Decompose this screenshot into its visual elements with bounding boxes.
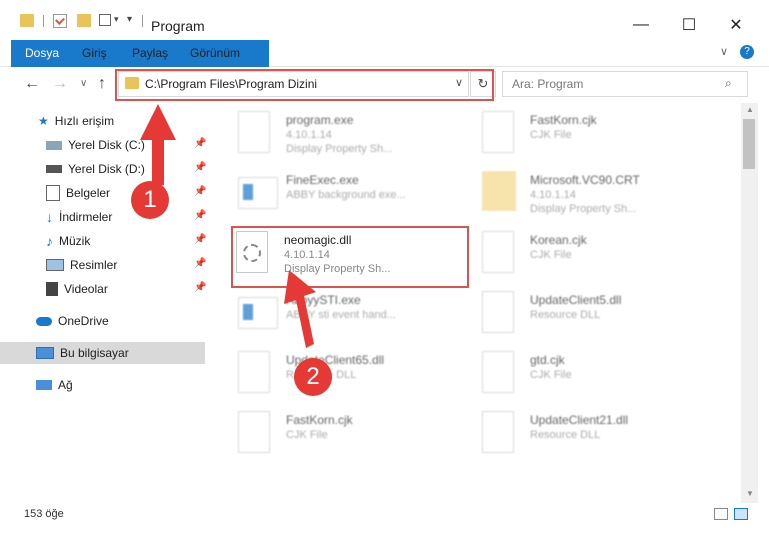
details-view-icon[interactable] <box>714 508 728 520</box>
annotation-arrows <box>140 104 316 348</box>
item-count: 153 öğe <box>24 508 64 520</box>
arrow-1 <box>140 104 176 185</box>
step-badge-1: 1 <box>131 181 169 219</box>
arrow-2 <box>284 270 316 348</box>
step-badge-2: 2 <box>294 358 332 396</box>
large-icons-view-icon[interactable] <box>734 508 748 520</box>
status-bar: 153 öğe <box>0 503 769 537</box>
